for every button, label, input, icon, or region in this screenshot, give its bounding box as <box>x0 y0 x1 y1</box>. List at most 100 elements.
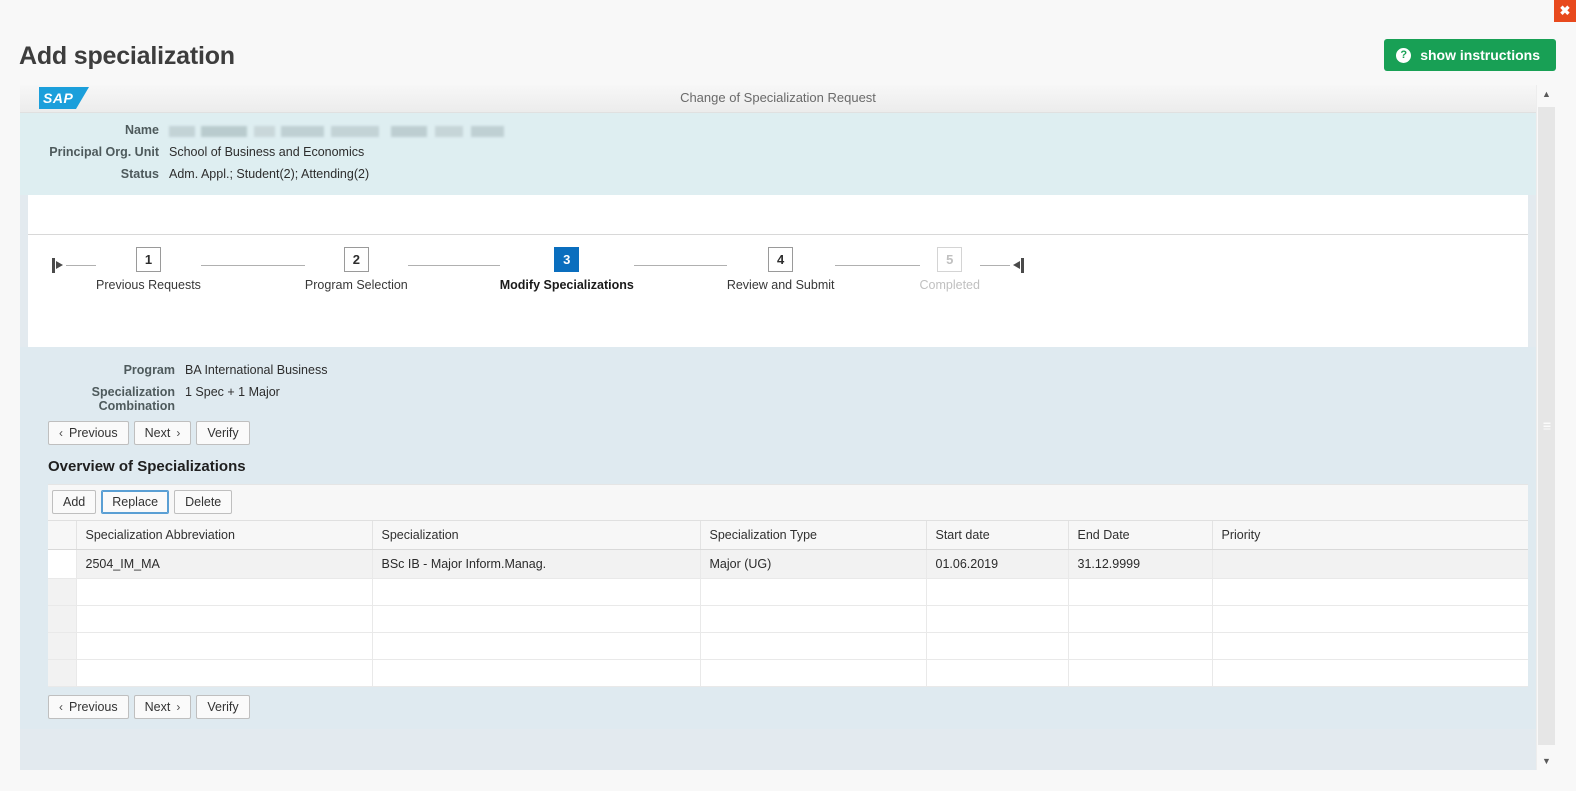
delete-button[interactable]: Delete <box>174 490 233 514</box>
info-value-status: Adm. Appl.; Student(2); Attending(2) <box>169 167 370 181</box>
chevron-right-icon: › <box>176 699 181 714</box>
chevron-left-icon: ‹ <box>59 426 63 440</box>
column-header-abbreviation[interactable]: Specialization Abbreviation <box>76 521 373 550</box>
stepper-step-modify-specializations[interactable]: 3 Modify Specializations <box>500 247 634 292</box>
column-header-priority[interactable]: Priority <box>1212 521 1528 550</box>
stepper-connector <box>407 265 500 266</box>
student-info-panel: Name Principal Org. Unit School of Busin… <box>20 113 1536 195</box>
cell-start-date <box>926 659 1069 687</box>
info-label-principal-org-unit: Principal Org. Unit <box>49 145 159 159</box>
specialization-combination-row: Specialization Combination 1 Spec + 1 Ma… <box>20 385 1536 413</box>
column-header-end-date[interactable]: End Date <box>1068 521 1213 550</box>
close-icon[interactable]: ✖ <box>1554 0 1576 22</box>
table-action-toolbar: Add Replace Delete <box>48 485 1528 521</box>
row-selector-cell[interactable] <box>48 605 77 633</box>
stepper-step-label: Modify Specializations <box>499 278 634 292</box>
stepper-connector <box>200 265 305 266</box>
cell-specialization-type <box>700 605 927 633</box>
row-selector-cell[interactable] <box>48 659 77 687</box>
stepper-step-number: 5 <box>937 247 963 272</box>
stepper-step-label: Review and Submit <box>726 278 835 292</box>
next-button-label: Next <box>144 426 171 440</box>
table-row[interactable] <box>48 605 1528 633</box>
info-row-name: Name <box>20 123 1536 138</box>
verify-button-bottom[interactable]: Verify <box>196 694 250 719</box>
column-header-specialization-type[interactable]: Specialization Type <box>700 521 927 550</box>
info-label-name: Name <box>124 123 159 137</box>
stepper-end-icon <box>1010 258 1024 273</box>
replace-button-label: Replace <box>112 495 159 509</box>
column-header-start-date[interactable]: Start date <box>926 521 1069 550</box>
cell-specialization-type <box>700 578 927 606</box>
stepper-connector <box>834 265 920 266</box>
delete-button-label: Delete <box>185 495 222 509</box>
overview-section-title: Overview of Specializations <box>48 458 246 475</box>
stepper-step-number: 3 <box>554 247 580 272</box>
empty-toolbar-strip <box>28 195 1528 235</box>
show-instructions-button[interactable]: ? show instructions <box>1384 39 1556 71</box>
chevron-right-icon: › <box>176 426 181 440</box>
cell-end-date <box>1068 578 1213 606</box>
scroll-up-icon[interactable]: ▲ <box>1537 85 1556 103</box>
sap-frame-title: Change of Specialization Request <box>680 90 876 105</box>
cell-start-date <box>926 605 1069 633</box>
cell-abbreviation: 2504_IM_MA <box>76 549 373 579</box>
next-button-label: Next <box>144 699 171 714</box>
row-selector-cell[interactable] <box>48 578 77 606</box>
next-button-bottom[interactable]: Next › <box>133 694 192 719</box>
specialization-combination-value: 1 Spec + 1 Major <box>185 385 280 399</box>
specialization-combination-label: Specialization Combination <box>91 385 175 413</box>
sap-application-frame: SAP Change of Specialization Request Nam… <box>20 85 1556 770</box>
cell-start-date <box>926 578 1069 606</box>
info-value-principal-org-unit: School of Business and Economics <box>169 145 365 159</box>
add-button-label: Add <box>63 495 86 509</box>
show-instructions-label: show instructions <box>1420 47 1540 63</box>
scrollbar-thumb[interactable] <box>1538 107 1555 745</box>
sap-title-bar: SAP Change of Specialization Request <box>20 85 1536 113</box>
chevron-left-icon: ‹ <box>59 699 63 714</box>
row-selector-cell[interactable] <box>48 632 77 660</box>
next-button-top[interactable]: Next › <box>133 421 192 445</box>
cell-abbreviation <box>76 632 373 660</box>
cell-priority <box>1212 659 1528 687</box>
replace-button[interactable]: Replace <box>101 490 170 514</box>
row-selector-cell[interactable] <box>48 549 77 579</box>
stepper-step-program-selection[interactable]: 2 Program Selection <box>305 247 408 292</box>
verify-button-top[interactable]: Verify <box>196 421 250 445</box>
stepper-step-review-and-submit[interactable]: 4 Review and Submit <box>727 247 835 292</box>
stepper-start-icon <box>52 258 66 273</box>
bottom-nav-button-bar: ‹ Previous Next › Verify <box>20 687 1536 729</box>
cell-end-date <box>1068 659 1213 687</box>
program-value: BA International Business <box>185 363 328 377</box>
cell-specialization <box>372 578 701 606</box>
table-row[interactable] <box>48 632 1528 660</box>
program-row: Program BA International Business <box>20 363 1536 377</box>
cell-priority <box>1212 605 1528 633</box>
previous-button-bottom[interactable]: ‹ Previous <box>48 694 129 719</box>
add-button[interactable]: Add <box>52 490 97 514</box>
cell-specialization-type <box>700 632 927 660</box>
info-value-name <box>169 123 504 138</box>
stepper-step-number: 2 <box>343 247 369 272</box>
vertical-scrollbar[interactable]: ▲ ▼ <box>1536 85 1556 770</box>
table-row[interactable] <box>48 659 1528 687</box>
stepper-step-label: Program Selection <box>304 278 408 292</box>
column-header-specialization[interactable]: Specialization <box>372 521 701 550</box>
cell-priority <box>1212 578 1528 606</box>
scroll-down-icon[interactable]: ▼ <box>1537 752 1556 770</box>
table-row[interactable] <box>48 578 1528 606</box>
previous-button-label: Previous <box>69 699 118 714</box>
cell-specialization <box>372 605 701 633</box>
stepper-step-number: 1 <box>135 247 161 272</box>
wizard-stepper-panel: 1 Previous Requests 2 Program Selection … <box>28 235 1528 347</box>
stepper-connector <box>66 265 96 266</box>
specializations-table-container: Add Replace Delete Specialization Abbrev… <box>48 484 1528 687</box>
stepper-step-previous-requests[interactable]: 1 Previous Requests <box>96 247 201 292</box>
cell-start-date <box>926 632 1069 660</box>
cell-specialization: BSc IB - Major Inform.Manag. <box>372 549 701 579</box>
info-label-status: Status <box>120 167 159 181</box>
previous-button-top[interactable]: ‹ Previous <box>48 421 129 445</box>
table-row[interactable]: 2504_IM_MA BSc IB - Major Inform.Manag. … <box>48 549 1528 579</box>
info-row-principal-org-unit: Principal Org. Unit School of Business a… <box>20 145 1536 159</box>
stepper-step-number: 4 <box>768 247 794 272</box>
